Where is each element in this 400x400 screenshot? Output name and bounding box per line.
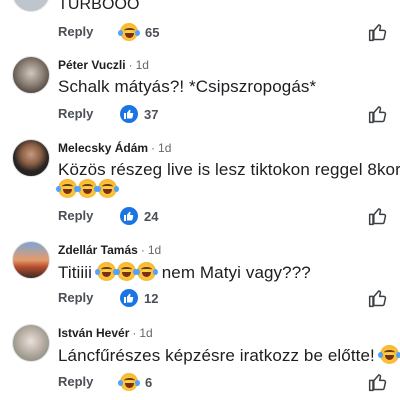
separator-dot: · <box>140 243 145 257</box>
reaction-count: 37 <box>144 106 159 122</box>
comment-text: TURBOOO <box>58 0 140 13</box>
reply-button[interactable]: Reply <box>58 208 93 223</box>
tears-of-joy-emoji-icon <box>56 179 79 198</box>
comment-meta: Zdellár Tamás · 1d <box>58 243 161 257</box>
thumbs-up-outline-icon[interactable] <box>368 288 388 313</box>
thumbs-up-outline-icon[interactable] <box>368 104 388 129</box>
reply-button[interactable]: Reply <box>58 106 93 121</box>
reply-button[interactable]: Reply <box>58 374 93 389</box>
timestamp[interactable]: 1d <box>148 243 161 257</box>
reaction-summary[interactable]: 24 <box>120 206 158 226</box>
thumbs-up-badge-icon <box>120 289 138 307</box>
thumbs-up-outline-icon[interactable] <box>368 22 388 47</box>
author-name[interactable]: István Hevér <box>58 326 129 340</box>
separator-dot: · <box>128 58 133 72</box>
comment-actions: Reply 6 <box>58 372 388 394</box>
timestamp[interactable]: 1d <box>139 326 152 340</box>
timestamp[interactable]: 1d <box>158 141 171 155</box>
comment-text-before: Titiiii <box>58 263 93 282</box>
comment-emoji-row <box>56 179 119 200</box>
comment-actions: Reply 12 <box>58 288 388 310</box>
avatar[interactable] <box>12 0 50 12</box>
reaction-summary[interactable]: 65 <box>118 22 160 42</box>
thumbs-up-badge-icon <box>120 105 138 123</box>
author-name[interactable]: Melecsky Ádám <box>58 141 148 155</box>
author-name[interactable]: Zdellár Tamás <box>58 243 138 257</box>
reaction-summary[interactable]: 37 <box>120 104 158 124</box>
comment-text-after: nem Matyi vagy??? <box>161 263 311 282</box>
tears-of-joy-emoji-icon <box>94 262 118 281</box>
reaction-count: 6 <box>145 374 153 390</box>
separator-dot: · <box>132 326 137 340</box>
thumbs-up-badge-icon <box>120 207 138 225</box>
tears-of-joy-emoji-icon <box>96 179 119 198</box>
comment-actions: Reply 65 <box>58 22 388 44</box>
avatar[interactable] <box>12 241 50 279</box>
avatar[interactable] <box>12 139 50 177</box>
tears-of-joy-emoji-icon <box>377 345 400 364</box>
comment-text: Közös részeg live is lesz tiktokon regge… <box>58 160 400 179</box>
comment-text: Titiiii nem Matyi vagy??? <box>58 262 311 283</box>
thumbs-up-outline-icon[interactable] <box>368 206 388 231</box>
tears-of-joy-emoji-icon <box>76 179 99 198</box>
timestamp[interactable]: 1d <box>136 58 149 72</box>
reply-button[interactable]: Reply <box>58 290 93 305</box>
reaction-count: 65 <box>145 24 160 40</box>
separator-dot: · <box>151 141 156 155</box>
reaction-summary[interactable]: 6 <box>118 372 153 392</box>
tears-of-joy-emoji-icon <box>114 262 138 281</box>
reaction-summary[interactable]: 12 <box>120 288 158 308</box>
author-name[interactable]: Péter Vuczli <box>58 58 126 72</box>
comment-meta: Péter Vuczli · 1d <box>58 58 149 72</box>
reaction-count: 12 <box>144 290 159 306</box>
tears-of-joy-emoji-icon <box>134 262 158 281</box>
comment-meta: István Hevér · 1d <box>58 326 153 340</box>
thumbs-up-outline-icon[interactable] <box>368 372 388 397</box>
reply-button[interactable]: Reply <box>58 24 93 39</box>
comment-text: Láncfűrészes képzésre iratkozz be előtte… <box>58 345 400 366</box>
comment-text: Schalk mátyás?! *Csipszropogás* <box>58 77 317 96</box>
laughing-emoji-icon <box>118 23 140 41</box>
reaction-count: 24 <box>144 208 159 224</box>
laughing-emoji-icon <box>118 373 140 391</box>
comment-actions: Reply 37 <box>58 104 388 126</box>
comment-meta: Melecsky Ádám · 1d <box>58 141 171 155</box>
comment-text-body: Láncfűrészes képzésre iratkozz be előtte… <box>58 346 375 365</box>
comment-actions: Reply 24 <box>58 206 388 228</box>
avatar[interactable] <box>12 56 50 94</box>
avatar[interactable] <box>12 324 50 362</box>
